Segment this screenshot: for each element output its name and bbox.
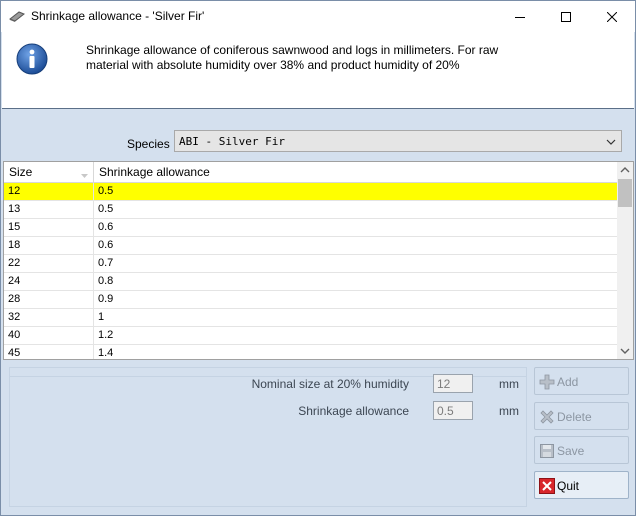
close-icon (607, 11, 617, 22)
column-divider (93, 309, 94, 327)
delete-x-icon (539, 409, 555, 425)
minimize-button[interactable] (497, 1, 543, 32)
shrinkage-allowance-input[interactable]: 0.5 (433, 401, 473, 420)
nominal-size-unit: mm (499, 377, 519, 391)
cell-allowance: 0.7 (98, 257, 114, 269)
app-icon (9, 9, 25, 23)
column-divider (93, 273, 94, 291)
app-window: Shrinkage allowance - 'Silver Fir' Shrin… (0, 0, 636, 516)
info-icon (16, 43, 48, 75)
cell-size: 15 (8, 221, 21, 233)
scroll-down-icon[interactable] (617, 343, 633, 359)
cell-size: 13 (8, 203, 21, 215)
cell-size: 32 (8, 311, 21, 323)
table-body: 12 0.5 13 0.5 15 0.6 18 0.6 22 0.7 24 0.8 28 0.9 32 1 40… (4, 183, 618, 359)
nominal-size-input[interactable]: 12 (433, 374, 473, 393)
table-row[interactable]: 15 0.6 (4, 219, 618, 237)
cell-allowance: 0.5 (98, 185, 114, 197)
column-divider (93, 327, 94, 345)
cell-allowance: 0.6 (98, 239, 114, 251)
shrinkage-allowance-unit: mm (499, 404, 519, 418)
column-divider (93, 237, 94, 255)
species-select[interactable]: ABI - Silver Fir (174, 130, 622, 152)
chevron-down-icon (606, 136, 616, 150)
column-divider (93, 219, 94, 237)
cell-size: 45 (8, 347, 21, 359)
table-row[interactable]: 45 1.4 (4, 345, 618, 359)
cell-size: 24 (8, 275, 21, 287)
maximize-button[interactable] (543, 1, 589, 32)
cell-size: 28 (8, 293, 21, 305)
table-row[interactable]: 22 0.7 (4, 255, 618, 273)
column-divider (93, 345, 94, 359)
table-row[interactable]: 12 0.5 (4, 183, 618, 201)
quit-x-icon (539, 478, 555, 494)
column-divider (93, 255, 94, 273)
cell-allowance: 0.5 (98, 203, 114, 215)
cell-size: 40 (8, 329, 21, 341)
scroll-up-icon[interactable] (617, 162, 633, 178)
save-button[interactable]: Save (534, 436, 629, 464)
table-row[interactable]: 40 1.2 (4, 327, 618, 345)
column-divider (93, 291, 94, 309)
table-header: Size Shrinkage allowance (4, 162, 618, 183)
cell-allowance: 1.4 (98, 347, 114, 359)
species-label: Species (127, 137, 170, 151)
sort-arrow-icon (81, 168, 88, 182)
quit-button[interactable]: Quit (534, 471, 629, 499)
table-row[interactable]: 24 0.8 (4, 273, 618, 291)
vertical-scrollbar[interactable] (617, 162, 633, 359)
nominal-size-label: Nominal size at 20% humidity (251, 377, 409, 391)
cell-size: 18 (8, 239, 21, 251)
column-divider (93, 201, 94, 219)
plus-icon (539, 374, 555, 390)
table-row[interactable]: 18 0.6 (4, 237, 618, 255)
delete-button[interactable]: Delete (534, 402, 629, 430)
cell-allowance: 0.6 (98, 221, 114, 233)
shrinkage-table[interactable]: Size Shrinkage allowance 12 0.5 13 0.5 15 0.6… (3, 161, 634, 360)
add-button[interactable]: Add (534, 367, 629, 395)
cell-allowance: 1 (98, 311, 105, 323)
table-row[interactable]: 28 0.9 (4, 291, 618, 309)
shrinkage-allowance-label: Shrinkage allowance (298, 404, 409, 418)
table-row[interactable]: 13 0.5 (4, 201, 618, 219)
info-description: Shrinkage allowance of coniferous sawnwo… (86, 43, 499, 72)
save-disk-icon (539, 443, 555, 459)
maximize-icon (561, 11, 571, 22)
column-header-size[interactable]: Size (4, 162, 94, 182)
window-title: Shrinkage allowance - 'Silver Fir' (31, 9, 205, 23)
title-bar[interactable]: Shrinkage allowance - 'Silver Fir' (1, 1, 635, 32)
minimize-icon (515, 16, 525, 18)
cell-allowance: 0.9 (98, 293, 114, 305)
cell-size: 22 (8, 257, 21, 269)
cell-allowance: 0.8 (98, 275, 114, 287)
cell-allowance: 1.2 (98, 329, 114, 341)
info-panel: Shrinkage allowance of coniferous sawnwo… (2, 32, 634, 109)
cell-size: 12 (8, 185, 21, 197)
close-button[interactable] (589, 1, 635, 32)
column-divider (93, 183, 94, 201)
table-row[interactable]: 32 1 (4, 309, 618, 327)
scroll-thumb[interactable] (618, 179, 632, 207)
species-value: ABI - Silver Fir (179, 135, 285, 148)
